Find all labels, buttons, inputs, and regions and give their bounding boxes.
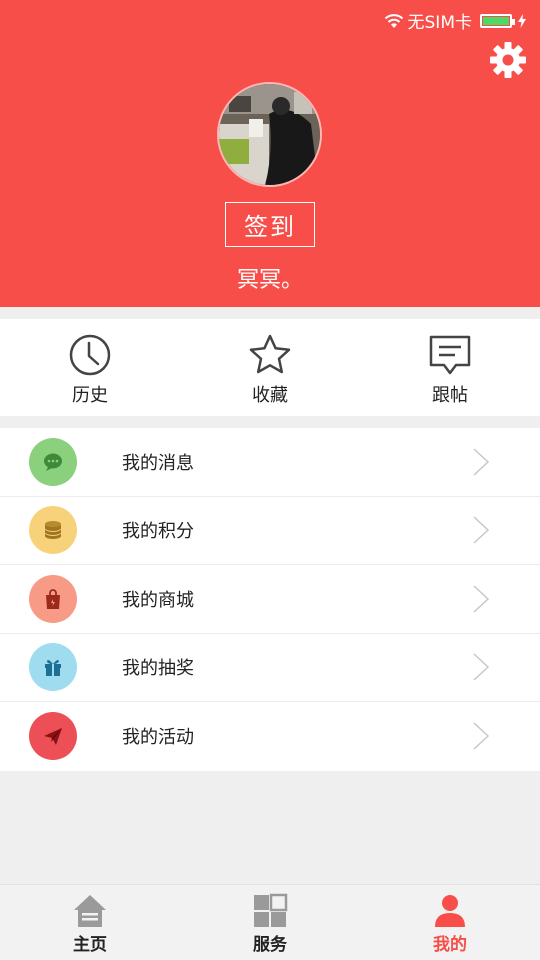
tab-label: 服务 <box>253 935 287 955</box>
favorites-button[interactable]: 收藏 <box>180 319 360 416</box>
battery-fill <box>483 16 509 25</box>
wifi-icon <box>384 13 403 28</box>
chevron-right-icon <box>473 448 490 476</box>
charging-icon <box>518 13 526 28</box>
tab-services[interactable]: 服务 <box>180 885 360 960</box>
replies-button[interactable]: 跟帖 <box>360 319 540 416</box>
replies-label: 跟帖 <box>432 385 468 406</box>
chevron-right-icon <box>473 516 490 544</box>
menu-label: 我的活动 <box>122 727 194 749</box>
menu-label: 我的抽奖 <box>122 658 194 680</box>
menu-icon-bg <box>29 574 77 623</box>
menu-label: 我的消息 <box>122 452 194 474</box>
tab-profile[interactable]: 我的 <box>360 885 540 960</box>
avatar[interactable] <box>217 82 322 187</box>
chevron-right-icon <box>473 653 490 681</box>
menu-label: 我的商城 <box>122 589 194 611</box>
menu-item-points[interactable]: 我的积分 <box>0 497 540 565</box>
clock-icon <box>69 334 111 376</box>
paper-plane-icon <box>44 728 62 746</box>
menu-item-shop[interactable]: 我的商城 <box>0 565 540 634</box>
chat-icon <box>44 453 62 471</box>
home-icon <box>74 895 106 927</box>
sign-in-button[interactable]: 签到 <box>225 202 315 247</box>
menu-icon-bg <box>29 506 77 555</box>
menu-icon-bg <box>29 643 77 692</box>
gift-icon <box>45 660 61 677</box>
quick-actions-bar: 历史 收藏 跟帖 <box>0 319 540 416</box>
shopping-bag-icon <box>46 588 60 609</box>
menu-item-messages[interactable]: 我的消息 <box>0 428 540 497</box>
history-button[interactable]: 历史 <box>0 319 180 416</box>
gear-icon[interactable] <box>488 40 528 80</box>
menu-item-activities[interactable]: 我的活动 <box>0 702 540 771</box>
menu-item-lottery[interactable]: 我的抽奖 <box>0 634 540 702</box>
menu-icon-bg <box>29 712 77 761</box>
bottom-tab-bar: 主页 服务 我的 <box>0 884 540 960</box>
status-bar: 无SIM卡 <box>0 0 540 38</box>
menu-icon-bg <box>29 437 77 486</box>
star-icon <box>249 334 291 374</box>
tab-label: 主页 <box>73 935 107 955</box>
comment-icon <box>429 335 471 375</box>
chevron-right-icon <box>473 722 490 750</box>
favorites-label: 收藏 <box>252 385 288 406</box>
menu-list: 我的消息 我的积分 我的商城 我的抽奖 我的活动 <box>0 428 540 771</box>
grid-icon <box>254 893 288 927</box>
tab-label: 我的 <box>433 935 467 955</box>
history-label: 历史 <box>72 385 108 406</box>
coins-icon <box>45 521 61 540</box>
tab-home[interactable]: 主页 <box>0 885 180 960</box>
username: 冥冥。 <box>236 268 303 293</box>
avatar-photo <box>219 84 320 185</box>
battery-icon <box>480 13 515 28</box>
person-icon <box>435 895 465 927</box>
carrier-text: 无SIM卡 <box>407 13 472 33</box>
status-indicators: 无SIM卡 <box>384 8 526 33</box>
menu-label: 我的积分 <box>122 521 194 543</box>
profile-header: 无SIM卡 签到 冥冥。 <box>0 0 540 307</box>
chevron-right-icon <box>473 585 490 613</box>
